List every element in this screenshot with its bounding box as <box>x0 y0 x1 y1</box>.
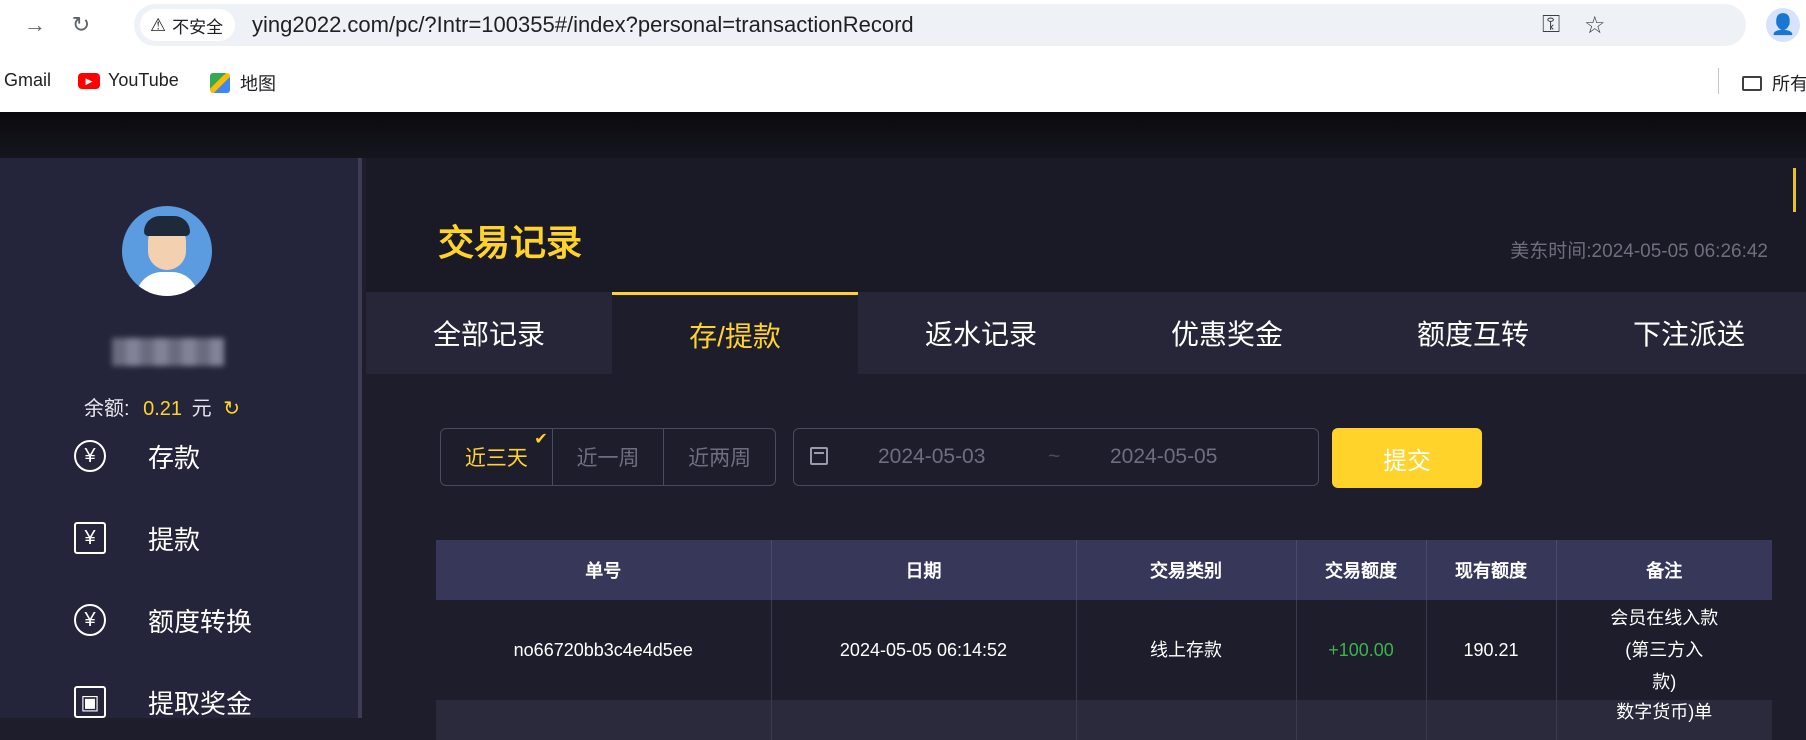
forward-arrow-icon[interactable]: → <box>22 12 48 38</box>
cell-amount <box>1295 700 1426 740</box>
checkmark-icon: ✔ <box>534 431 548 448</box>
profile-avatar-icon[interactable]: 👤 <box>1766 8 1800 42</box>
col-date: 日期 <box>770 540 1076 600</box>
cell-type <box>1075 700 1296 740</box>
cell-order-no <box>436 700 771 740</box>
cell-date: 2024-05-05 06:14:52 <box>770 600 1076 700</box>
exchange-icon: ¥ <box>74 604 106 636</box>
filter-label: 近一周 <box>576 447 640 470</box>
star-icon[interactable]: ☆ <box>1584 11 1606 40</box>
page-header: 交易记录 美东时间:2024-05-05 06:26:42 <box>366 158 1806 292</box>
cell-remark: 会员在线入款 (第三方入 款) <box>1555 600 1772 700</box>
sidebar: 余额: 0.21 元 ↻ ¥ 存款 ¥ 提款 ¥ 额度转换 ▣ 提取奖金 <box>0 158 362 719</box>
remark-line: (第三方入 <box>1625 640 1704 660</box>
key-icon[interactable]: ⚿ <box>1542 11 1560 39</box>
tab-all-records[interactable]: 全部记录 <box>366 292 612 374</box>
tab-transfer[interactable]: 额度互转 <box>1350 292 1596 374</box>
bookmark-separator <box>1718 68 1719 94</box>
tab-deposit-withdraw[interactable]: 存/提款 <box>612 292 858 374</box>
remark-line: 款) <box>1652 672 1677 692</box>
yen-circle-icon: ¥ <box>74 440 106 472</box>
balance-unit: 元 <box>191 398 212 420</box>
menu-label: 存款 <box>148 442 201 473</box>
col-order-no: 单号 <box>436 540 771 600</box>
remark-line: 会员在线入款 <box>1610 608 1719 628</box>
filter-label: 近两周 <box>688 447 752 470</box>
cell-type: 线上存款 <box>1075 600 1296 700</box>
col-type: 交易类别 <box>1075 540 1296 600</box>
date-separator: ~ <box>1048 445 1061 468</box>
bookmark-label: 地图 <box>240 74 276 94</box>
eastern-time: 美东时间:2024-05-05 06:26:42 <box>1510 241 1768 262</box>
tab-promo-bonus[interactable]: 优惠奖金 <box>1104 292 1350 374</box>
avatar-shirt <box>136 272 198 296</box>
menu-label: 提取奖金 <box>148 688 253 719</box>
menu-label: 额度转换 <box>148 606 253 637</box>
menu-transfer[interactable]: ¥ 额度转换 <box>74 600 252 640</box>
bookmark-maps[interactable]: 地图 <box>210 70 276 96</box>
ticket-icon: ¥ <box>74 522 106 554</box>
security-label: 不安全 <box>172 17 224 37</box>
col-balance: 现有额度 <box>1425 540 1556 600</box>
cell-order-no: no66720bb3c4e4d5ee <box>436 600 771 700</box>
maps-icon <box>210 73 230 93</box>
period-filter: 近三天 ✔ 近一周 近两周 <box>440 428 776 486</box>
balance: 余额: 0.21 元 ↻ <box>84 392 240 421</box>
page-title: 交易记录 <box>438 222 583 263</box>
col-remark: 备注 <box>1555 540 1772 600</box>
cell-date <box>770 700 1076 740</box>
security-chip[interactable]: ⚠ 不安全 <box>140 9 236 41</box>
cell-remark: 数字货币)单 <box>1555 700 1772 740</box>
balance-label: 余额: <box>84 398 130 420</box>
all-bookmarks-label: 所有 <box>1772 74 1806 94</box>
date-range-picker[interactable]: 2024-05-03 ~ 2024-05-05 <box>793 428 1319 486</box>
tab-rebate[interactable]: 返水记录 <box>858 292 1104 374</box>
balance-value: 0.21 <box>143 398 183 420</box>
warning-triangle-icon: ⚠ <box>150 14 167 35</box>
cell-balance <box>1425 700 1556 740</box>
bookmark-youtube[interactable]: ▶ YouTube <box>78 70 179 91</box>
calendar-icon <box>810 447 828 465</box>
filter-3-days[interactable]: 近三天 ✔ <box>441 429 553 485</box>
col-amount: 交易额度 <box>1295 540 1426 600</box>
username-blurred <box>112 338 224 366</box>
filter-2-weeks[interactable]: 近两周 <box>664 429 775 485</box>
bookmark-gmail[interactable]: Gmail <box>4 70 51 91</box>
date-end[interactable]: 2024-05-05 <box>1110 445 1217 469</box>
browser-chrome: → ↻ ⚠ 不安全 ying2022.com/pc/?Intr=100355#/… <box>0 0 1806 112</box>
corner-decoration <box>1793 168 1806 212</box>
refresh-icon[interactable]: ↻ <box>223 398 240 420</box>
cell-balance: 190.21 <box>1425 600 1556 700</box>
cell-amount: +100.00 <box>1295 600 1426 700</box>
site-top-bar <box>0 112 1806 158</box>
gift-icon: ▣ <box>74 686 106 718</box>
folder-icon <box>1742 75 1762 91</box>
filter-label: 近三天 <box>464 447 528 470</box>
tab-bet-dispatch[interactable]: 下注派送 <box>1566 292 1806 374</box>
bookmark-label: Gmail <box>4 70 52 90</box>
menu-deposit[interactable]: ¥ 存款 <box>74 436 200 476</box>
all-bookmarks[interactable]: 所有 <box>1742 70 1806 96</box>
table-header-row: 单号 日期 交易类别 交易额度 现有额度 备注 <box>436 540 1772 600</box>
avatar-hair <box>144 216 190 236</box>
main-content: 交易记录 美东时间:2024-05-05 06:26:42 全部记录 存/提款 … <box>366 158 1806 740</box>
date-start[interactable]: 2024-05-03 <box>878 445 985 469</box>
bookmark-label: YouTube <box>108 70 179 90</box>
menu-withdraw[interactable]: ¥ 提款 <box>74 518 200 558</box>
tab-bar: 全部记录 存/提款 返水记录 优惠奖金 额度互转 下注派送 <box>366 292 1806 374</box>
reload-icon[interactable]: ↻ <box>68 12 94 38</box>
address-row: → ↻ ⚠ 不安全 ying2022.com/pc/?Intr=100355#/… <box>0 0 1806 50</box>
transaction-table: 单号 日期 交易类别 交易额度 现有额度 备注 no66720bb3c4e4d5… <box>436 540 1772 740</box>
table-row: no66720bb3c4e4d5ee 2024-05-05 06:14:52 线… <box>436 600 1772 700</box>
avatar <box>122 206 212 296</box>
omnibox[interactable]: ⚠ 不安全 ying2022.com/pc/?Intr=100355#/inde… <box>134 4 1746 46</box>
menu-bonus[interactable]: ▣ 提取奖金 <box>74 682 252 722</box>
bookmarks-bar: Gmail ▶ YouTube 地图 所有 <box>0 62 1806 102</box>
menu-label: 提款 <box>148 524 201 555</box>
submit-button[interactable]: 提交 <box>1332 428 1482 488</box>
filter-1-week[interactable]: 近一周 <box>553 429 665 485</box>
table-row: 数字货币)单 <box>436 700 1772 740</box>
youtube-icon: ▶ <box>78 72 100 89</box>
url-text[interactable]: ying2022.com/pc/?Intr=100355#/index?pers… <box>252 12 914 38</box>
